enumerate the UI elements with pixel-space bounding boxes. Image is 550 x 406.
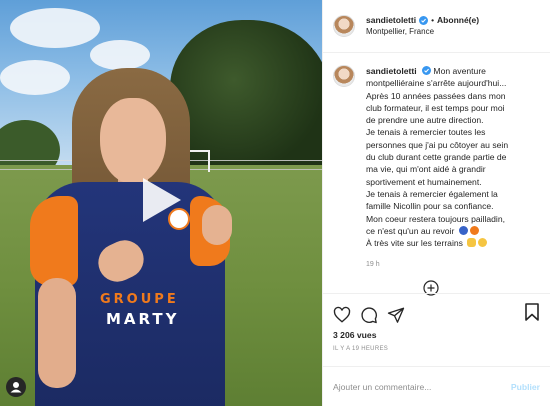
caption-line: montpelliéraine s'arrête aujourd'hui...	[366, 78, 507, 89]
view-count[interactable]: 3 206 vues	[323, 327, 550, 340]
jersey-sleeve	[30, 196, 78, 286]
follow-status-button[interactable]: Abonné(e)	[437, 15, 479, 26]
user-icon[interactable]	[6, 377, 26, 397]
caption-line: Je tenais à remercier également la	[366, 188, 498, 199]
caption-line: Mon coeur restera toujours pailladin,	[366, 213, 506, 224]
share-icon[interactable]	[387, 306, 405, 324]
cloud	[0, 60, 70, 95]
comment-icon[interactable]	[360, 306, 378, 324]
comment-input[interactable]	[333, 381, 511, 392]
smile-icon	[478, 238, 488, 248]
post-video[interactable]: GROUPE MARTY	[0, 0, 322, 406]
sponsor-text-1: GROUPE	[100, 292, 179, 307]
cloud	[90, 40, 150, 70]
player-hand	[202, 205, 232, 245]
play-icon[interactable]	[139, 176, 183, 224]
player-arm	[38, 278, 76, 388]
separator-dot: •	[431, 14, 435, 25]
caption-line: personnes que j'ai pu côtoyer au sein	[366, 139, 509, 150]
caption-line: sportivement et humainement.	[366, 176, 482, 187]
caption-line: Mon aventure	[433, 66, 486, 76]
tree	[170, 20, 322, 170]
post-modal: GROUPE MARTY sandietoletti • Abonné(e) M…	[0, 0, 550, 406]
caption-line: du club durant cette grande partie de	[366, 152, 507, 163]
add-comment-bar: Publier	[323, 366, 550, 406]
caption-area: sandietoletti Mon aventure montpelliérai…	[323, 53, 550, 296]
post-sidebar: sandietoletti • Abonné(e) Montpellier, F…	[322, 0, 550, 406]
post-header: sandietoletti • Abonné(e) Montpellier, F…	[323, 0, 550, 53]
header-username[interactable]: sandietoletti	[366, 15, 416, 26]
publish-button[interactable]: Publier	[511, 382, 540, 392]
caption-line: Je tenais à remercier toutes les	[366, 127, 486, 138]
caption-line: club formateur, il est temps pour moi	[366, 102, 505, 113]
location-link[interactable]: Montpellier, France	[366, 27, 479, 37]
verified-icon	[419, 15, 429, 25]
orange-heart-icon	[469, 225, 479, 235]
caption-username[interactable]: sandietoletti	[366, 66, 417, 76]
caption-line: ce n'est qu'un au revoir	[366, 225, 455, 236]
caption-time[interactable]: 19 h	[366, 259, 540, 271]
cloud	[10, 8, 100, 48]
action-bar	[323, 293, 550, 327]
post-timestamp[interactable]: IL Y A 19 HEURES	[323, 340, 550, 352]
avatar[interactable]	[333, 15, 355, 37]
heart-icon[interactable]	[333, 306, 351, 324]
blue-heart-icon	[458, 225, 468, 235]
sponsor-text-2: MARTY	[106, 310, 180, 328]
bookmark-icon[interactable]	[524, 303, 540, 321]
verified-icon	[422, 66, 432, 75]
caption-line: À très vite sur les terrains	[366, 238, 463, 249]
caption-line: famille Nicollin pour sa confiance.	[366, 201, 494, 212]
caption-line: de prendre une autre direction.	[366, 115, 484, 126]
fingers-crossed-icon	[467, 238, 477, 248]
player-face	[100, 98, 166, 184]
caption-line: Après 10 années passées dans mon	[366, 90, 506, 101]
avatar[interactable]	[333, 65, 355, 87]
caption: sandietoletti Mon aventure montpelliérai…	[366, 65, 540, 293]
caption-line: ma vie, qui m'ont aidé à grandir	[366, 164, 486, 175]
